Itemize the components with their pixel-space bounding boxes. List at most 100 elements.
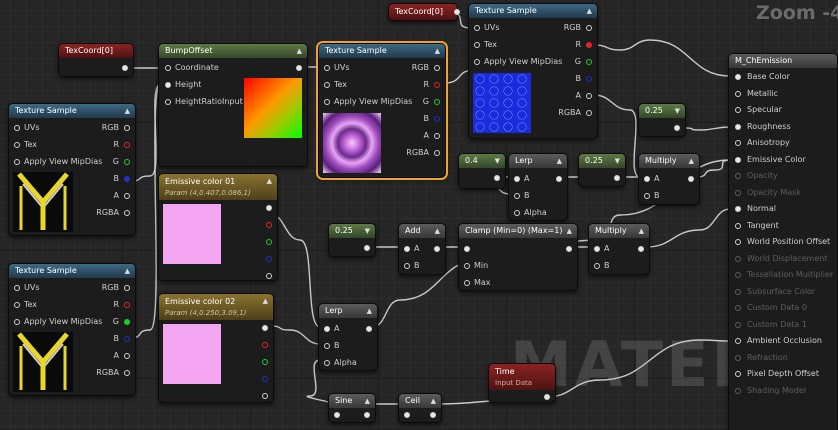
multiply-node-bottom[interactable]: Multiply ▲ A B <box>588 223 650 275</box>
input-pin[interactable] <box>324 343 330 349</box>
output-pin[interactable] <box>586 76 592 82</box>
input-pin[interactable] <box>14 159 20 165</box>
output-pin[interactable] <box>434 246 440 252</box>
output-pin[interactable] <box>434 82 440 88</box>
output-pin[interactable] <box>586 59 592 65</box>
collapse-icon[interactable]: ▲ <box>267 174 272 188</box>
material-input-pin[interactable] <box>735 74 741 80</box>
texture-sample-node-top[interactable]: Texture Sample ▲ UVs Tex Apply View MipDi… <box>468 3 598 139</box>
input-pin[interactable] <box>165 99 171 105</box>
output-pin[interactable] <box>124 302 130 308</box>
output-pin[interactable] <box>262 325 268 331</box>
input-pin[interactable] <box>324 99 330 105</box>
output-pin[interactable] <box>556 176 562 182</box>
collapse-icon[interactable]: ▲ <box>125 264 130 278</box>
material-input-pin[interactable] <box>735 222 741 229</box>
material-output-node[interactable]: M_ChEmission Base Color Metallic Specular R… <box>728 53 838 430</box>
output-pin[interactable] <box>124 142 130 148</box>
input-pin[interactable] <box>14 285 20 291</box>
emissive-color-01-node[interactable]: Emissive color 01 Param (4,0.407,0.086,1… <box>158 173 278 281</box>
material-input-pin[interactable] <box>735 123 741 130</box>
output-pin[interactable] <box>674 125 680 131</box>
ceil-node[interactable]: Ceil ▲ <box>398 393 442 423</box>
input-pin[interactable] <box>324 326 330 332</box>
emissive-color-02-node[interactable]: Emissive color 02 Param (4,0.250,3.09,1)… <box>158 293 274 403</box>
output-pin[interactable] <box>688 176 694 182</box>
input-pin[interactable] <box>165 65 171 71</box>
clamp-node[interactable]: Clamp (Min=0) (Max=1) ▲ Min Max <box>458 223 578 291</box>
sine-node[interactable]: Sine ▲ <box>328 393 376 423</box>
input-pin[interactable] <box>324 65 330 71</box>
input-pin[interactable] <box>334 412 340 418</box>
material-graph-canvas[interactable]: MATERIAL Zoom -4 TexCoord[0] TexCoord[0]… <box>0 0 838 430</box>
output-pin[interactable] <box>366 326 372 332</box>
input-pin[interactable] <box>514 193 520 199</box>
input-pin[interactable] <box>404 263 410 269</box>
material-input-pin[interactable] <box>735 206 741 212</box>
output-pin[interactable] <box>586 110 592 116</box>
material-input-pin[interactable] <box>735 90 741 97</box>
output-pin[interactable] <box>586 93 592 99</box>
lerp-node-top[interactable]: Lerp ▲ A B Alpha <box>508 153 568 221</box>
output-pin[interactable] <box>586 25 592 31</box>
collapse-icon[interactable]: ▲ <box>639 224 644 238</box>
output-pin[interactable] <box>454 9 460 15</box>
output-pin[interactable] <box>544 394 550 400</box>
output-pin[interactable] <box>124 125 130 131</box>
input-pin[interactable] <box>474 25 480 31</box>
collapse-icon[interactable]: ▲ <box>431 394 436 408</box>
collapse-icon[interactable]: ▲ <box>587 4 592 18</box>
output-pin[interactable] <box>566 246 572 252</box>
output-pin[interactable] <box>364 245 370 251</box>
collapse-icon[interactable]: ▲ <box>125 104 130 118</box>
output-pin[interactable] <box>364 412 370 418</box>
texture-sample-node-left-1[interactable]: Texture Sample ▲ UVs Tex Apply View MipDi… <box>8 103 136 236</box>
input-pin[interactable] <box>404 246 410 252</box>
output-pin[interactable] <box>124 336 130 342</box>
collapse-icon[interactable]: ▲ <box>557 154 562 168</box>
output-pin[interactable] <box>124 159 130 165</box>
output-pin[interactable] <box>296 65 302 71</box>
multiply-node-top[interactable]: Multiply ▲ A B <box>638 153 700 205</box>
constant-node[interactable]: 0.25 ▼ <box>328 223 376 257</box>
input-pin[interactable] <box>324 360 330 366</box>
collapse-icon[interactable]: ▼ <box>615 154 620 168</box>
output-pin[interactable] <box>124 353 130 359</box>
material-input-pin[interactable] <box>735 239 741 245</box>
output-pin[interactable] <box>124 193 130 199</box>
output-pin[interactable] <box>262 376 268 382</box>
material-input-pin[interactable] <box>735 140 741 146</box>
input-pin[interactable] <box>14 302 20 308</box>
output-pin[interactable] <box>124 176 130 182</box>
time-node[interactable]: Time Input Data <box>488 363 556 403</box>
material-input-pin[interactable] <box>735 107 741 113</box>
constant-node[interactable]: 0.25 ▼ <box>578 153 626 187</box>
constant-node[interactable]: 0.25 ▼ <box>638 103 686 137</box>
input-pin[interactable] <box>514 210 520 216</box>
output-pin[interactable] <box>262 393 268 399</box>
output-pin[interactable] <box>262 342 268 348</box>
collapse-icon[interactable]: ▲ <box>297 44 302 58</box>
input-pin[interactable] <box>594 263 600 269</box>
output-pin[interactable] <box>266 239 272 245</box>
output-pin[interactable] <box>434 116 440 122</box>
constant-node[interactable]: 0.4 ▼ <box>458 153 506 189</box>
output-pin[interactable] <box>124 370 130 376</box>
output-pin[interactable] <box>262 359 268 365</box>
output-pin[interactable] <box>638 246 644 252</box>
output-pin[interactable] <box>586 42 592 48</box>
input-pin[interactable] <box>14 142 20 148</box>
input-pin[interactable] <box>464 280 470 286</box>
output-pin[interactable] <box>434 65 440 71</box>
material-input-pin[interactable] <box>735 371 741 377</box>
texcoord-node-top[interactable]: TexCoord[0] <box>388 3 460 21</box>
input-pin[interactable] <box>464 246 470 252</box>
texcoord-node-left[interactable]: TexCoord[0] <box>58 43 134 77</box>
input-pin[interactable] <box>404 412 410 418</box>
output-pin[interactable] <box>266 256 272 262</box>
output-pin[interactable] <box>266 222 272 228</box>
collapse-icon[interactable]: ▲ <box>689 154 694 168</box>
output-pin[interactable] <box>266 273 272 279</box>
material-input-pin[interactable] <box>735 338 741 344</box>
output-pin[interactable] <box>434 99 440 105</box>
